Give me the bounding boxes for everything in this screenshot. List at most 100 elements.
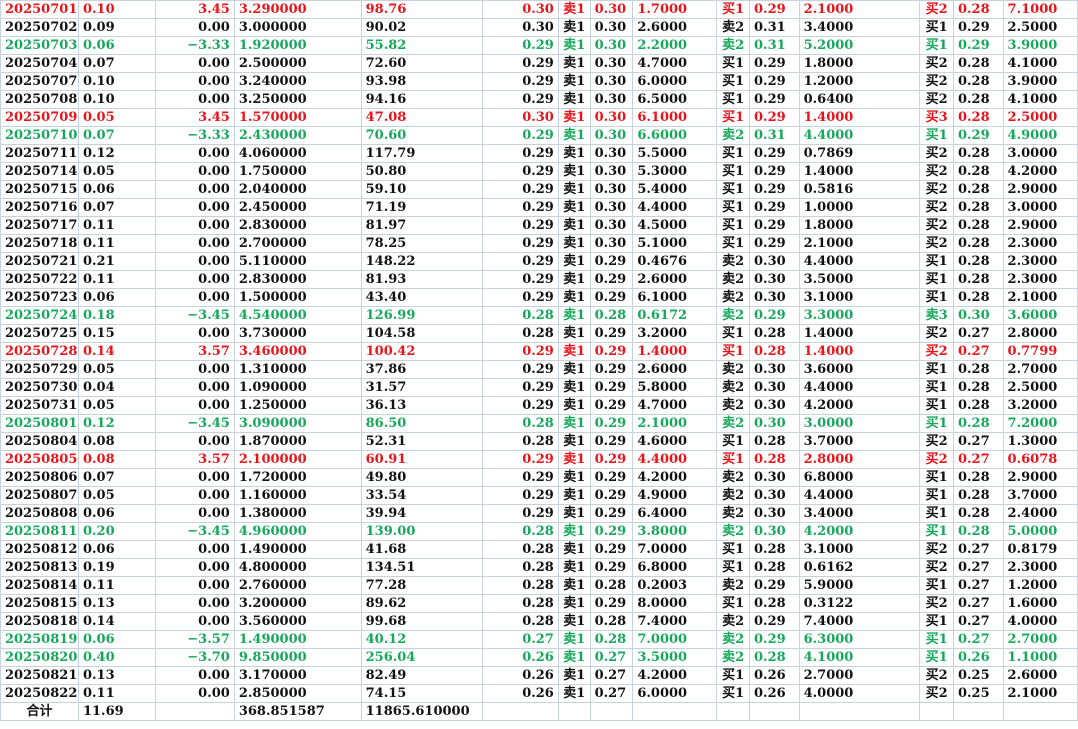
cell-date[interactable]: 20250818 xyxy=(0,612,79,631)
cell-change-pct[interactable]: 0.00 xyxy=(154,396,235,415)
cell-date[interactable]: 20250822 xyxy=(0,684,79,703)
cell-ask-price[interactable]: 0.30 xyxy=(589,180,634,199)
cell-level2-volume[interactable]: 7.4000 xyxy=(798,612,921,631)
cell-date[interactable]: 20250722 xyxy=(0,270,79,289)
cell-turnover[interactable]: 59.10 xyxy=(360,180,484,199)
cell-level3-label[interactable]: 买1 xyxy=(919,648,954,667)
cell-amount[interactable]: 1.160000 xyxy=(233,486,362,505)
cell-level2-label[interactable]: 买1 xyxy=(716,594,751,613)
cell-level3-label[interactable]: 买2 xyxy=(919,324,954,343)
cell-ask-price[interactable]: 0.29 xyxy=(589,468,634,487)
cell-turnover[interactable]: 117.79 xyxy=(360,144,484,163)
cell[interactable] xyxy=(798,702,921,721)
cell-level3-volume[interactable]: 2.5000 xyxy=(1002,378,1078,397)
cell[interactable] xyxy=(557,702,591,721)
cell-turnover[interactable]: 36.13 xyxy=(360,396,484,415)
cell-level2-price[interactable]: 0.28 xyxy=(749,648,800,667)
cell-amount[interactable]: 2.850000 xyxy=(233,684,362,703)
cell-date[interactable]: 20250814 xyxy=(0,576,79,595)
table-row[interactable]: 20250821 0.13 0.00 3.170000 82.49 0.26 卖1 0.27 4… xyxy=(0,666,1078,685)
cell-level3-volume[interactable]: 1.3000 xyxy=(1002,432,1078,451)
cell-ask-label[interactable]: 卖1 xyxy=(557,198,591,217)
cell-level3-volume[interactable]: 4.1000 xyxy=(1002,90,1078,109)
cell-level3-price[interactable]: 0.28 xyxy=(952,486,1004,505)
cell-level3-label[interactable]: 买1 xyxy=(919,18,954,37)
cell-level3-volume[interactable]: 5.0000 xyxy=(1002,522,1078,541)
table-row[interactable]: 20250805 0.08 3.57 2.100000 60.91 0.29 卖1 0.29 4… xyxy=(0,450,1078,469)
cell-change-pct[interactable]: 0.00 xyxy=(154,216,235,235)
cell-level2-volume[interactable]: 1.4000 xyxy=(798,162,921,181)
cell-level3-label[interactable]: 买2 xyxy=(919,684,954,703)
cell-ask-volume[interactable]: 6.0000 xyxy=(632,72,718,91)
cell-ask-label[interactable]: 卖1 xyxy=(557,486,591,505)
cell-level2-price[interactable]: 0.30 xyxy=(749,288,800,307)
cell-price[interactable]: 0.28 xyxy=(482,432,559,451)
cell-volume[interactable]: 0.18 xyxy=(77,306,156,325)
cell-level3-label[interactable]: 买1 xyxy=(919,396,954,415)
cell-level2-label[interactable]: 买1 xyxy=(716,342,751,361)
cell-volume[interactable]: 0.06 xyxy=(77,288,156,307)
cell-price[interactable]: 0.29 xyxy=(482,162,559,181)
cell-level2-label[interactable]: 卖2 xyxy=(716,576,751,595)
table-row[interactable]: 20250807 0.05 0.00 1.160000 33.54 0.29 卖1 0.29 4… xyxy=(0,486,1078,505)
cell-change-pct[interactable]: 0.00 xyxy=(154,378,235,397)
cell-level3-price[interactable]: 0.28 xyxy=(952,198,1004,217)
cell-volume[interactable]: 0.04 xyxy=(77,378,156,397)
cell-volume[interactable]: 0.07 xyxy=(77,468,156,487)
cell-ask-volume[interactable]: 1.7000 xyxy=(632,0,718,19)
cell-ask-label[interactable]: 卖1 xyxy=(557,342,591,361)
cell-date[interactable]: 20250808 xyxy=(0,504,79,523)
cell-price[interactable]: 0.28 xyxy=(482,558,559,577)
table-row[interactable]: 20250819 0.06 −3.57 1.490000 40.12 0.27 卖1 0.28… xyxy=(0,630,1078,649)
cell-ask-label[interactable]: 卖1 xyxy=(557,144,591,163)
cell-ask-price[interactable]: 0.29 xyxy=(589,360,634,379)
cell-ask-label[interactable]: 卖1 xyxy=(557,306,591,325)
cell-date[interactable]: 20250701 xyxy=(0,0,79,19)
cell-ask-label[interactable]: 卖1 xyxy=(557,180,591,199)
cell-level2-price[interactable]: 0.29 xyxy=(749,216,800,235)
cell-level3-volume[interactable]: 3.0000 xyxy=(1002,198,1078,217)
cell-date[interactable]: 20250708 xyxy=(0,90,79,109)
cell-level2-label[interactable]: 买1 xyxy=(716,684,751,703)
cell-level2-price[interactable]: 0.28 xyxy=(749,342,800,361)
cell-level2-volume[interactable]: 6.8000 xyxy=(798,468,921,487)
cell-ask-volume[interactable]: 6.1000 xyxy=(632,108,718,127)
table-row[interactable]: 20250704 0.07 0.00 2.500000 72.60 0.29 卖1 0.30 4… xyxy=(0,54,1078,73)
cell-level2-price[interactable]: 0.28 xyxy=(749,540,800,559)
cell-level2-label[interactable]: 买1 xyxy=(716,162,751,181)
cell-level3-volume[interactable]: 2.3000 xyxy=(1002,234,1078,253)
cell-level2-label[interactable]: 卖2 xyxy=(716,630,751,649)
cell-change-pct[interactable]: −3.70 xyxy=(154,648,235,667)
cell-price[interactable]: 0.29 xyxy=(482,180,559,199)
cell-ask-volume[interactable]: 3.5000 xyxy=(632,648,718,667)
cell-level3-volume[interactable]: 3.9000 xyxy=(1002,72,1078,91)
cell-date[interactable]: 20250729 xyxy=(0,360,79,379)
cell-date[interactable]: 20250805 xyxy=(0,450,79,469)
table-row[interactable]: 20250714 0.05 0.00 1.750000 50.80 0.29 卖1 0.30 5… xyxy=(0,162,1078,181)
cell-level2-label[interactable]: 买1 xyxy=(716,324,751,343)
total-label[interactable]: 合计 xyxy=(0,702,79,721)
table-row[interactable]: 20250820 0.40 −3.70 9.850000 256.04 0.26 卖1 0.2… xyxy=(0,648,1078,667)
cell-level2-label[interactable]: 卖2 xyxy=(716,126,751,145)
cell-level3-price[interactable]: 0.28 xyxy=(952,72,1004,91)
cell-level2-volume[interactable]: 4.4000 xyxy=(798,486,921,505)
table-row[interactable]: 20250728 0.14 3.57 3.460000 100.42 0.29 卖1 0.29… xyxy=(0,342,1078,361)
cell-amount[interactable]: 4.960000 xyxy=(233,522,362,541)
cell-level3-label[interactable]: 买2 xyxy=(919,162,954,181)
cell-ask-volume[interactable]: 7.0000 xyxy=(632,540,718,559)
cell-level2-price[interactable]: 0.29 xyxy=(749,54,800,73)
cell-level2-price[interactable]: 0.29 xyxy=(749,630,800,649)
table-row[interactable]: 20250731 0.05 0.00 1.250000 36.13 0.29 卖1 0.29 4… xyxy=(0,396,1078,415)
cell-ask-label[interactable]: 卖1 xyxy=(557,108,591,127)
cell-volume[interactable]: 0.21 xyxy=(77,252,156,271)
cell-amount[interactable]: 1.490000 xyxy=(233,630,362,649)
cell-turnover[interactable]: 134.51 xyxy=(360,558,484,577)
cell-level3-label[interactable]: 买1 xyxy=(919,486,954,505)
cell-level3-volume[interactable]: 4.1000 xyxy=(1002,54,1078,73)
cell-date[interactable]: 20250730 xyxy=(0,378,79,397)
cell-level2-price[interactable]: 0.29 xyxy=(749,180,800,199)
cell-change-pct[interactable]: −3.45 xyxy=(154,414,235,433)
cell-ask-price[interactable]: 0.30 xyxy=(589,108,634,127)
cell-volume[interactable]: 0.11 xyxy=(77,576,156,595)
cell-date[interactable]: 20250709 xyxy=(0,108,79,127)
